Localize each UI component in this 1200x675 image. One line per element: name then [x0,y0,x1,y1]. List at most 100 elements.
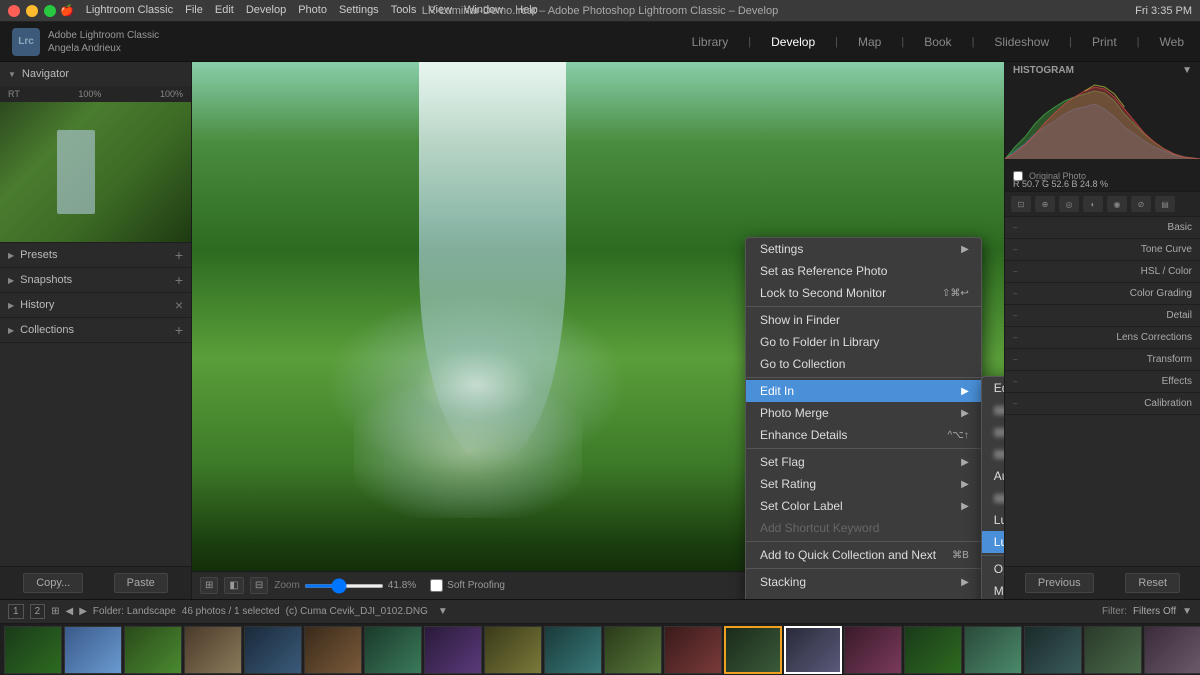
submenu-blurred-3[interactable] [982,443,1004,465]
window-controls[interactable] [8,5,56,17]
menu-go-folder[interactable]: Go to Folder in Library [746,331,981,353]
filter-dropdown[interactable]: Filters Off [1133,606,1176,617]
navigator-preview[interactable] [0,102,191,242]
gradient-tool[interactable]: ◐ [1083,196,1103,212]
maximize-button[interactable] [44,5,56,17]
transform-section-header[interactable]: – Transform [1005,349,1200,371]
brush-tool[interactable]: ⊘ [1131,196,1151,212]
detail-section-header[interactable]: – Detail [1005,305,1200,327]
nav-map[interactable]: Map [854,33,885,51]
close-button[interactable] [8,5,20,17]
next-nav-button[interactable]: ▶ [79,606,87,617]
menu-set-color-label[interactable]: Set Color Label ▶ [746,495,981,517]
menu-set-reference[interactable]: Set as Reference Photo [746,260,981,282]
filmstrip-thumb-8[interactable] [424,626,482,674]
nav-print[interactable]: Print [1088,33,1121,51]
menu-photo[interactable]: Photo [298,4,327,17]
filmstrip-thumb-14[interactable] [784,626,842,674]
prev-nav-button[interactable]: ◀ [66,606,74,617]
history-close-button[interactable]: × [175,297,183,313]
compare-button[interactable]: ◧ [224,577,243,594]
menu-quick-collection[interactable]: Add to Quick Collection and Next ⌘B [746,544,981,566]
submenu-luminar-ai[interactable]: Luminar AI... [982,531,1004,553]
menu-edit[interactable]: Edit [215,4,234,17]
copy-button[interactable]: Copy... [23,573,83,593]
nav-library[interactable]: Library [688,33,733,51]
crop-tool[interactable]: ⊡ [1011,196,1031,212]
menu-photo-merge[interactable]: Photo Merge ▶ [746,402,981,424]
lens-corrections-section-header[interactable]: – Lens Corrections [1005,327,1200,349]
survey-button[interactable]: ⊟ [250,577,268,594]
filmstrip-thumb-5[interactable] [244,626,302,674]
redeye-tool[interactable]: ◎ [1059,196,1079,212]
soft-proof-checkbox[interactable] [430,579,443,592]
filmstrip-thumb-19[interactable] [1084,626,1142,674]
paste-button[interactable]: Paste [114,573,168,593]
color-grading-section-header[interactable]: – Color Grading [1005,283,1200,305]
nav-book[interactable]: Book [920,33,955,51]
zoom-100[interactable]: 100% [78,89,101,99]
grid-layout-button[interactable]: ⊞ [51,606,59,617]
filmstrip-thumb-3[interactable] [124,626,182,674]
navigator-header[interactable]: ▼ Navigator [0,62,191,86]
filmstrip-thumb-17[interactable] [964,626,1022,674]
submenu-aurora-hdr[interactable]: Aurora HDR... [982,465,1004,487]
filmstrip-thumb-1[interactable] [4,626,62,674]
submenu-photoshop[interactable]: Edit in Adobe Photoshop 2021... [982,377,1004,399]
previous-button[interactable]: Previous [1025,573,1094,593]
submenu-blurred-2[interactable] [982,421,1004,443]
zoom-rt[interactable]: RT [8,89,20,99]
filmstrip-thumb-7[interactable] [364,626,422,674]
nav-develop[interactable]: Develop [767,33,819,51]
radial-tool[interactable]: ◉ [1107,196,1127,212]
menu-edit-in[interactable]: Edit In ▶ Edit in Adobe Photoshop 2021..… [746,380,981,402]
collections-header[interactable]: ▶ Collections + [0,318,191,342]
history-header[interactable]: ▶ History × [0,293,191,317]
filter-chevron[interactable]: ▼ [1182,606,1192,617]
filmstrip-thumb-4[interactable] [184,626,242,674]
menu-file[interactable]: File [185,4,203,17]
filmstrip-thumb-16[interactable] [904,626,962,674]
page-indicator-1[interactable]: 1 [8,604,24,619]
presets-header[interactable]: ▶ Presets + [0,243,191,267]
zoom-slider[interactable] [304,584,384,588]
tone-curve-section-header[interactable]: – Tone Curve [1005,239,1200,261]
effects-section-header[interactable]: – Effects [1005,371,1200,393]
menu-settings[interactable]: Settings [339,4,379,17]
nav-slideshow[interactable]: Slideshow [990,33,1053,51]
filmstrip-thumb-10[interactable] [544,626,602,674]
menu-show-finder[interactable]: Show in Finder [746,309,981,331]
menu-develop[interactable]: Develop [246,4,286,17]
basic-section-header[interactable]: – Basic [1005,217,1200,239]
filmstrip-thumb-15[interactable] [844,626,902,674]
collections-add-button[interactable]: + [175,322,183,338]
filmstrip-thumb-11[interactable] [604,626,662,674]
filmstrip-thumb-13[interactable] [724,626,782,674]
snapshots-add-button[interactable]: + [175,272,183,288]
minimize-button[interactable] [26,5,38,17]
filmstrip-thumb-2[interactable] [64,626,122,674]
filmstrip-thumb-18[interactable] [1024,626,1082,674]
menu-enhance-details[interactable]: Enhance Details ^⌥↑ [746,424,981,446]
heal-tool[interactable]: ⊕ [1035,196,1055,212]
filmstrip-thumb-12[interactable] [664,626,722,674]
expand-icon[interactable]: ▼ [438,606,448,617]
menu-set-rating[interactable]: Set Rating ▶ [746,473,981,495]
reset-button[interactable]: Reset [1125,573,1180,593]
hsl-section-header[interactable]: – HSL / Color [1005,261,1200,283]
submenu-merge-panorama[interactable]: Merge to Panorama in Photoshop... [982,580,1004,599]
calibration-section-header[interactable]: – Calibration [1005,393,1200,415]
histogram-collapse[interactable]: ▼ [1182,65,1192,76]
filmstrip-thumb-9[interactable] [484,626,542,674]
submenu-blurred-1[interactable] [982,399,1004,421]
menu-apple[interactable]: 🍎 [60,4,74,17]
submenu-smart-object[interactable]: Open as Smart Object in Photoshop... [982,558,1004,580]
menu-create-virtual[interactable]: Create Virtual Copy [746,593,981,599]
range-tool[interactable]: ▤ [1155,196,1175,212]
zoom-fit[interactable]: 100% [160,89,183,99]
menu-set-flag[interactable]: Set Flag ▶ [746,451,981,473]
submenu-blurred-4[interactable] [982,487,1004,509]
menu-settings[interactable]: Settings ▶ [746,238,981,260]
grid-view-button[interactable]: ⊞ [200,577,218,594]
snapshots-header[interactable]: ▶ Snapshots + [0,268,191,292]
